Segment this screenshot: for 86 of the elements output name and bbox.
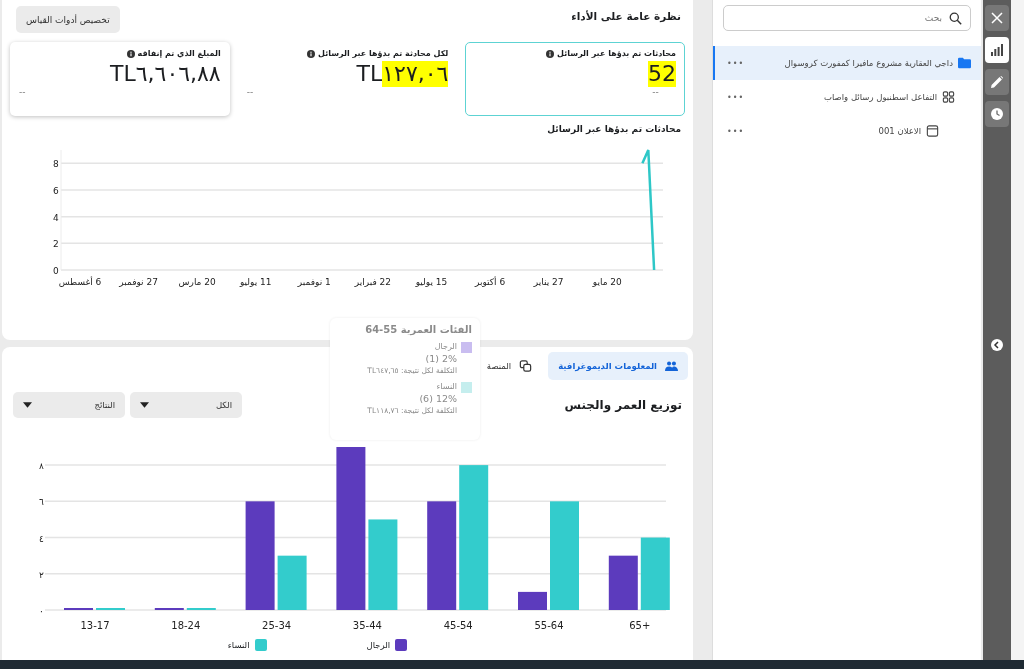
y-axis-label: ٠ <box>39 606 44 616</box>
y-axis-label: ٦ <box>39 497 44 508</box>
info-icon <box>546 49 555 58</box>
metric-comparison: -- <box>652 87 659 97</box>
x-axis-label: 20 مايو <box>592 277 622 287</box>
x-axis-label: +65 <box>629 620 651 631</box>
chart-title: توزيع العمر والجنس <box>564 398 682 412</box>
x-axis-label: 1 نوفمبر <box>297 277 331 287</box>
search-icon <box>949 12 962 25</box>
metric-comparison: -- <box>246 87 254 97</box>
tooltip-label: الرجال <box>434 342 457 351</box>
tab[interactable]: المنصة <box>476 352 543 380</box>
window-icon <box>926 125 939 137</box>
edit-button[interactable] <box>985 69 1009 95</box>
bar-chart-icon <box>991 44 1003 56</box>
copy-icon <box>519 360 533 372</box>
x-axis-label: 6 أكتوبر <box>475 277 506 287</box>
y-axis-label: ٤ <box>39 533 44 544</box>
x-axis-label: 55-64 <box>534 620 564 631</box>
y-axis-label: 0 <box>53 266 59 276</box>
info-icon <box>126 49 135 58</box>
chart-title: محادثات تم بدؤها عبر الرسائل <box>547 124 681 134</box>
tree-item-label: الاعلان 001 <box>877 126 921 136</box>
people-icon <box>665 360 678 372</box>
x-axis-label: 25-34 <box>262 620 292 631</box>
close-icon <box>991 12 1003 24</box>
tree-item[interactable]: داجي العقارية مشروع مافيرا كمفورت كروسوال ••• <box>713 46 981 80</box>
currency-label: TL <box>110 61 136 87</box>
dropdown[interactable]: الكل <box>130 392 242 418</box>
section-title: نظرة عامة على الأداء <box>571 10 681 22</box>
x-axis-label: 18-24 <box>171 620 201 631</box>
grid-icon <box>942 91 955 103</box>
x-axis-label: 6 أغسطس <box>58 277 102 287</box>
tree-item[interactable]: التفاعل اسطنبول رسائل واصاب ••• <box>713 80 981 114</box>
x-axis-label: 15 يوليو <box>415 277 448 287</box>
bar <box>518 591 547 610</box>
metric-label: محادثات تم بدؤها عبر الرسائل <box>557 49 676 58</box>
clock-icon <box>991 108 1003 120</box>
tab[interactable]: المعلومات الديموغرافية <box>548 352 688 380</box>
tooltip-value: 2% (1) <box>425 353 457 364</box>
pencil-icon <box>991 76 1003 88</box>
y-axis-label: 6 <box>53 186 59 196</box>
tree-item[interactable]: الاعلان 001 ••• <box>713 114 981 148</box>
customize-metrics-button[interactable]: تخصيص أدوات القياس <box>16 6 120 33</box>
y-axis-label: 4 <box>53 212 59 223</box>
more-options-button[interactable]: ••• <box>727 126 745 136</box>
caret-icon <box>23 402 32 408</box>
search-field[interactable]: بحث <box>723 5 971 31</box>
tooltip-label: النساء <box>436 382 457 391</box>
chart-button[interactable] <box>985 37 1009 63</box>
currency-label: TL <box>356 61 383 87</box>
metric-value: ٦,٦٠٦,٨٨ <box>135 61 221 87</box>
y-axis-label: ٢ <box>39 569 44 580</box>
legend-label: النساء <box>227 640 250 650</box>
bar <box>608 555 638 610</box>
tooltip-value: 12% (6) <box>419 393 457 404</box>
x-axis-label: 11 يوليو <box>239 277 272 287</box>
tree-item-label: التفاعل اسطنبول رسائل واصاب <box>822 92 937 102</box>
x-axis-label: 45-54 <box>443 620 473 631</box>
dropdown[interactable]: النتائج <box>13 392 125 418</box>
x-axis-label: 35-44 <box>352 620 382 631</box>
collapse-button[interactable] <box>991 339 1003 351</box>
x-axis-label: 13-17 <box>80 620 110 631</box>
folder-icon <box>958 57 971 69</box>
x-axis-label: 20 مارس <box>178 277 216 287</box>
x-axis-label: 27 يناير <box>533 277 564 287</box>
metric-value: ١٢٧,٠٦ <box>382 61 449 87</box>
metric-label: المبلغ الذي تم إنفاقه <box>137 49 221 58</box>
y-axis-label: 8 <box>53 159 59 170</box>
metric-label: لكل محادثة تم بدؤها عبر الرسائل <box>318 49 449 58</box>
caret-icon <box>140 402 149 408</box>
tree-item-label: داجي العقارية مشروع مافيرا كمفورت كروسوال <box>783 58 953 68</box>
tooltip-title: الفئات العمرية 55-64 <box>365 324 472 335</box>
info-icon <box>307 49 316 58</box>
x-axis-label: 22 فبراير <box>354 277 392 287</box>
y-axis-label: 2 <box>53 239 59 250</box>
legend-label: الرجال <box>366 640 391 650</box>
more-options-button[interactable]: ••• <box>727 58 745 68</box>
x-axis-label: 27 نوفمبر <box>119 277 158 287</box>
y-axis-label: ٨ <box>39 461 44 472</box>
metric-value: 52 <box>648 61 676 87</box>
metric-comparison: -- <box>19 87 26 97</box>
bar <box>277 555 307 610</box>
close-button[interactable] <box>985 5 1009 31</box>
history-button[interactable] <box>985 101 1009 127</box>
more-options-button[interactable]: ••• <box>727 92 745 102</box>
